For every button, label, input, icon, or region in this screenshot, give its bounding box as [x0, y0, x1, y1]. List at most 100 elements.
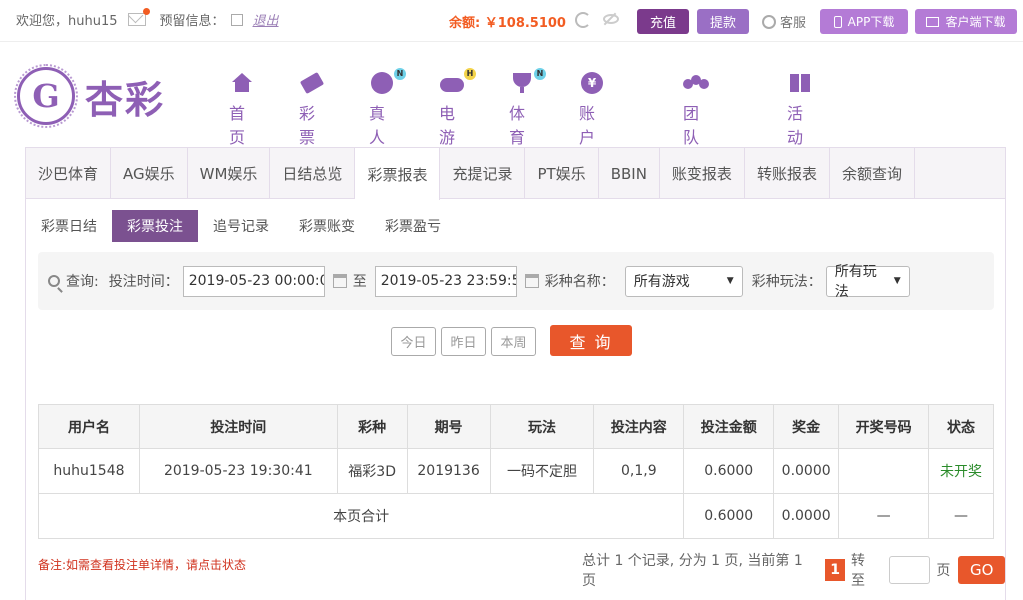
tab-wm[interactable]: WM娱乐: [188, 148, 271, 199]
team-icon: [683, 75, 709, 93]
calendar-icon[interactable]: [332, 274, 347, 288]
ticket-icon: [299, 71, 325, 95]
nav-label: 体育: [509, 104, 526, 147]
goto-label: 转至: [851, 553, 865, 589]
site-logo[interactable]: G 杏彩: [14, 64, 166, 128]
play-type-value: 所有玩法: [834, 264, 877, 300]
summary-bonus: 0.0000: [773, 493, 840, 539]
col-bet-time: 投注时间: [138, 404, 338, 449]
chevron-down-icon: ▼: [893, 276, 901, 286]
subtab-lottery-bets[interactable]: 彩票投注: [112, 210, 198, 242]
app-download-label: APP下载: [847, 15, 895, 29]
game-select-value: 所有游戏: [633, 274, 690, 290]
summary-label: 本页合计: [37, 493, 685, 539]
search-icon: [48, 275, 60, 287]
cell-username: huhu1548: [38, 448, 140, 494]
subtab-lottery-profit[interactable]: 彩票盈亏: [370, 210, 456, 242]
col-username: 用户名: [38, 404, 140, 449]
cell-lottery: 福彩3D: [336, 448, 408, 494]
client-download-button[interactable]: 客户端下载: [915, 9, 1017, 34]
logout-link[interactable]: 退出: [253, 10, 279, 29]
game-name-label: 彩种名称：: [544, 274, 615, 290]
hide-balance-icon[interactable]: [603, 14, 619, 24]
app-download-button[interactable]: APP下载: [820, 9, 908, 34]
query-bar: 查询: 投注时间： 2019-05-23 00:00:00 至 2019-05-…: [38, 252, 994, 310]
withdraw-button[interactable]: 提款: [697, 9, 749, 34]
edit-icon[interactable]: [230, 13, 243, 26]
subtab-lottery-daily[interactable]: 彩票日结: [26, 210, 112, 242]
refresh-icon[interactable]: [575, 12, 591, 28]
summary-draw: —: [838, 493, 930, 539]
nav-live[interactable]: N 真人: [369, 68, 406, 148]
recharge-button[interactable]: 充值: [637, 9, 689, 34]
this-week-button[interactable]: 本周: [491, 327, 536, 356]
customer-service-link[interactable]: 客服: [762, 12, 806, 31]
current-page[interactable]: 1: [825, 559, 845, 581]
game-select[interactable]: 所有游戏 ▼: [624, 265, 743, 297]
tab-balance-query[interactable]: 余额查询: [830, 148, 915, 199]
trophy-icon: [513, 73, 531, 93]
gift-icon: [790, 74, 810, 92]
hot-badge: H: [464, 68, 476, 80]
cell-draw-number: [838, 448, 930, 494]
logo-emblem-icon: G: [14, 64, 78, 128]
play-type-select[interactable]: 所有玩法 ▼: [825, 264, 910, 300]
client-download-label: 客户端下载: [945, 15, 1006, 29]
yesterday-button[interactable]: 昨日: [441, 327, 486, 356]
summary-row: 本页合计 0.6000 0.0000 — —: [37, 493, 994, 539]
tab-deposit-withdraw[interactable]: 充提记录: [440, 148, 526, 199]
mail-icon[interactable]: [127, 8, 150, 26]
welcome-text: 欢迎您，huhu15: [16, 14, 118, 29]
tab-transfer-report[interactable]: 转账报表: [745, 148, 830, 199]
nav-label: 电游: [439, 104, 456, 147]
nav-egame[interactable]: H 电游: [439, 68, 476, 148]
nav-label: 首页: [229, 104, 246, 147]
start-time-input[interactable]: 2019-05-23 00:00:00: [182, 265, 325, 297]
status-link[interactable]: 未开奖: [928, 448, 994, 494]
tab-daily-overview[interactable]: 日结总览: [270, 148, 356, 199]
col-draw-number: 开奖号码: [838, 404, 930, 449]
col-play: 玩法: [489, 404, 595, 449]
monitor-icon: [926, 16, 940, 27]
new-badge: N: [394, 68, 406, 80]
tab-account-change[interactable]: 账变报表: [660, 148, 745, 199]
play-type-label: 彩种玩法：: [751, 274, 822, 290]
calendar-icon[interactable]: [524, 274, 539, 288]
to-label: 至: [352, 274, 367, 290]
nav-sports[interactable]: N 体育: [509, 68, 546, 148]
summary-amount: 0.6000: [683, 493, 775, 539]
gamepad-icon: [440, 78, 464, 92]
tab-bbin[interactable]: BBIN: [599, 148, 660, 199]
col-status: 状态: [928, 404, 994, 449]
subtab-lottery-account-change[interactable]: 彩票账变: [284, 210, 370, 242]
nav-label: 彩票: [299, 104, 316, 147]
logo-text: 杏彩: [85, 76, 166, 122]
top-bar: 欢迎您，huhu15 预留信息： 退出 余额: ￥108.5100 充值 提款 …: [0, 0, 1023, 42]
tab-saba-sports[interactable]: 沙巴体育: [26, 148, 112, 199]
col-lottery: 彩种: [336, 404, 408, 449]
tab-ag[interactable]: AG娱乐: [111, 148, 188, 199]
cell-play: 一码不定胆: [489, 448, 595, 494]
page-input[interactable]: [888, 556, 931, 584]
nav-label: 活动: [787, 104, 804, 147]
report-panel: 沙巴体育 AG娱乐 WM娱乐 日结总览 彩票报表 充提记录 PT娱乐 BBIN …: [25, 147, 1006, 600]
search-button[interactable]: 查 询: [550, 325, 632, 356]
nav-promotions[interactable]: 活动: [787, 72, 813, 148]
nav-lottery[interactable]: 彩票: [299, 71, 325, 148]
chevron-down-icon: ▼: [726, 276, 734, 286]
nav-home[interactable]: 首页: [229, 72, 255, 148]
subtab-chase-records[interactable]: 追号记录: [198, 210, 284, 242]
end-time-input[interactable]: 2019-05-23 23:59:59: [374, 265, 517, 297]
user-info: 欢迎您，huhu15 预留信息： 退出: [16, 8, 279, 29]
tab-pt[interactable]: PT娱乐: [525, 148, 599, 199]
bets-table: 用户名 投注时间 彩种 期号 玩法 投注内容 投注金额 奖金 开奖号码 状态 h…: [37, 404, 994, 539]
col-bet-content: 投注内容: [593, 404, 685, 449]
tab-lottery-report[interactable]: 彩票报表: [355, 148, 441, 200]
today-button[interactable]: 今日: [391, 327, 436, 356]
go-button[interactable]: GO: [958, 556, 1006, 584]
summary-status: —: [928, 493, 994, 539]
cell-issue: 2019136: [406, 448, 491, 494]
customer-service-label: 客服: [780, 16, 807, 31]
home-icon: [231, 73, 253, 93]
page-unit-label: 页: [936, 563, 951, 579]
